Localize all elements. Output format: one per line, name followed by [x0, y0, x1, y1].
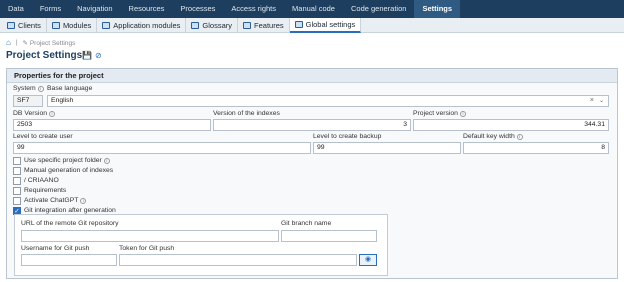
info-icon[interactable]: i — [103, 158, 110, 164]
glossary-icon — [191, 21, 200, 29]
git-integration-label: Git integration after generation — [24, 207, 116, 214]
criaano-checkbox[interactable] — [13, 177, 21, 185]
nav-resources[interactable]: Resources — [121, 0, 173, 18]
save-icon[interactable]: 💾 — [82, 51, 92, 60]
clients-icon — [7, 21, 15, 29]
modules-icon — [51, 21, 60, 29]
requirements-label: Requirements — [24, 187, 67, 194]
db-version-field[interactable]: 2503 — [13, 119, 211, 131]
tab-label: Global settings — [305, 19, 356, 29]
index-version-label: Version of the indexes — [213, 110, 280, 117]
sub-tabs: Clients Modules Application modules Glos… — [0, 17, 624, 33]
git-user-label: Username for Git push — [21, 245, 90, 252]
home-icon[interactable]: ⌂ — [6, 38, 11, 47]
manual-index-label: Manual generation of indexes — [24, 167, 114, 174]
key-width-field[interactable]: 8 — [463, 142, 609, 154]
system-field[interactable]: SF7 — [13, 95, 43, 107]
key-width-label-text: Default key width — [463, 133, 515, 140]
tab-glossary[interactable]: Glossary — [186, 17, 239, 33]
system-label: System i — [13, 85, 44, 92]
create-backup-label: Level to create backup — [313, 133, 382, 140]
tab-label: Application modules — [113, 20, 181, 30]
tab-modules[interactable]: Modules — [47, 17, 98, 33]
create-user-label: Level to create user — [13, 133, 73, 140]
tab-application-modules[interactable]: Application modules — [97, 17, 187, 33]
git-user-input[interactable] — [21, 254, 117, 266]
specific-folder-label: Use specific project folder i — [24, 157, 110, 164]
application-modules-icon — [102, 21, 111, 29]
project-version-field[interactable]: 344.31 — [413, 119, 609, 131]
nav-code-generation[interactable]: Code generation — [343, 0, 414, 18]
info-icon[interactable]: i — [80, 198, 87, 204]
panel-title: Properties for the project — [7, 69, 617, 83]
info-icon[interactable]: i — [37, 86, 44, 92]
nav-manual-code[interactable]: Manual code — [284, 0, 343, 18]
system-label-text: System — [13, 85, 36, 92]
git-branch-label: Git branch name — [281, 220, 332, 227]
tab-label: Clients — [18, 20, 41, 30]
nav-access-rights[interactable]: Access rights — [223, 0, 284, 18]
chatgpt-checkbox[interactable] — [13, 197, 21, 205]
tab-label: Modules — [62, 20, 92, 30]
create-user-field[interactable]: 99 — [13, 142, 311, 154]
tab-features[interactable]: Features — [238, 17, 290, 33]
project-version-label-text: Project version — [413, 110, 458, 117]
chevron-down-icon[interactable]: ⌄ — [599, 96, 604, 106]
tab-label: Features — [254, 20, 284, 30]
eye-icon[interactable]: ◉ — [359, 254, 377, 266]
index-version-field[interactable]: 3 — [213, 119, 411, 131]
db-version-label-text: DB Version — [13, 110, 48, 117]
info-icon[interactable]: i — [49, 111, 56, 117]
checkbox-text: Activate ChatGPT — [24, 197, 79, 204]
base-language-value: English — [51, 97, 74, 104]
nav-settings[interactable]: Settings — [414, 0, 461, 18]
page-title: Project Settings — [6, 50, 83, 61]
git-branch-input[interactable] — [281, 230, 377, 242]
base-language-label: Base language — [47, 85, 93, 92]
breadcrumb-separator: | — [15, 39, 18, 46]
requirements-checkbox[interactable] — [13, 187, 21, 195]
tab-global-settings[interactable]: Global settings — [289, 17, 362, 33]
checkbox-text: Use specific project folder — [24, 157, 102, 164]
criaano-label: / CRIAANO — [24, 177, 59, 184]
create-backup-field[interactable]: 99 — [313, 142, 461, 154]
git-token-label: Token for Git push — [119, 245, 175, 252]
nav-data[interactable]: Data — [0, 0, 32, 18]
global-settings-icon — [294, 20, 303, 28]
git-token-input[interactable] — [119, 254, 357, 266]
breadcrumb: ⌂ | ✎ Project Settings — [6, 38, 75, 47]
nav-navigation[interactable]: Navigation — [69, 0, 120, 18]
db-version-label: DB Version i — [13, 110, 56, 117]
features-icon — [243, 21, 252, 29]
top-navigation: Data Forms Navigation Resources Processe… — [0, 0, 624, 18]
git-repo-input[interactable] — [21, 230, 279, 242]
tab-label: Glossary — [202, 20, 233, 30]
base-language-select[interactable]: English × ⌄ — [47, 95, 609, 107]
info-icon[interactable]: i — [516, 134, 523, 140]
chatgpt-label: Activate ChatGPT i — [24, 197, 87, 204]
nav-processes[interactable]: Processes — [172, 0, 223, 18]
specific-folder-checkbox[interactable] — [13, 157, 21, 165]
breadcrumb-label: Project Settings — [29, 39, 76, 47]
clear-icon[interactable]: × — [590, 96, 594, 106]
tab-clients[interactable]: Clients — [2, 17, 47, 33]
manual-index-checkbox[interactable] — [13, 167, 21, 175]
breadcrumb-item: ✎ Project Settings — [22, 39, 76, 47]
key-width-label: Default key width i — [463, 133, 523, 140]
git-repo-label: URL of the remote Git repository — [21, 220, 119, 227]
nav-forms[interactable]: Forms — [32, 0, 69, 18]
info-icon[interactable]: i — [459, 111, 466, 117]
project-version-label: Project version i — [413, 110, 466, 117]
git-settings-group: URL of the remote Git repository Git bra… — [14, 214, 388, 276]
cancel-icon[interactable]: ⊘ — [95, 51, 102, 60]
